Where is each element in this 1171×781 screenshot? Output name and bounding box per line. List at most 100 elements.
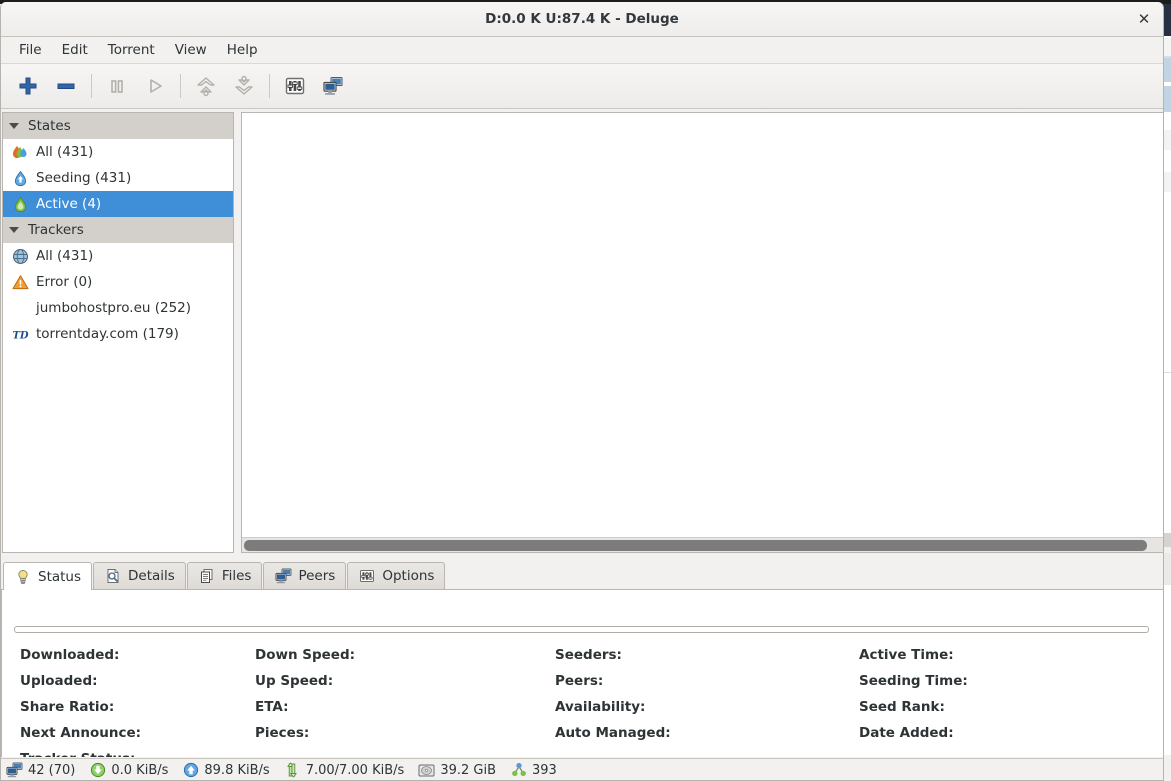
horizontal-scrollbar[interactable] bbox=[242, 537, 1163, 552]
status-field-seeders: Seeders: bbox=[555, 647, 622, 663]
download-speed-status[interactable]: 0.0 KiB/s bbox=[89, 762, 168, 779]
queue-up-button[interactable] bbox=[189, 69, 223, 103]
dht-nodes-status[interactable]: 393 bbox=[510, 762, 557, 779]
status-field-eta: ETA: bbox=[255, 699, 289, 715]
scrollbar-thumb[interactable] bbox=[244, 540, 1147, 551]
arrow-up-icon bbox=[197, 77, 215, 97]
sidebar-item-label: jumbohostpro.eu (252) bbox=[36, 300, 192, 316]
status-field-down-speed: Down Speed: bbox=[255, 647, 356, 663]
disk-icon bbox=[418, 762, 435, 779]
play-icon bbox=[150, 79, 162, 93]
tab-options[interactable]: Options bbox=[347, 562, 446, 589]
statusbar: 42 (70) 0.0 KiB/s 89.8 KiB/s 7.00/7.00 K… bbox=[1, 758, 1163, 780]
pause-button[interactable] bbox=[100, 69, 134, 103]
bottom-pane: Status Details Files Peers Options Downl… bbox=[1, 560, 1163, 758]
close-icon[interactable]: ✕ bbox=[1133, 9, 1155, 29]
dht-nodes-label: 393 bbox=[532, 762, 557, 778]
toolbar-separator bbox=[269, 74, 270, 98]
td-favicon-icon: TD bbox=[11, 325, 29, 343]
protocol-traffic-status[interactable]: 7.00/7.00 KiB/s bbox=[284, 762, 405, 779]
vertical-splitter[interactable] bbox=[234, 112, 241, 553]
tab-label: Status bbox=[38, 568, 82, 585]
status-field-uploaded: Uploaded: bbox=[20, 673, 98, 689]
sidebar: States All (431) Seeding (431) Active (4… bbox=[2, 112, 234, 553]
upload-arrow-icon bbox=[182, 762, 199, 779]
remove-torrent-button[interactable] bbox=[49, 69, 83, 103]
torrent-list-body[interactable] bbox=[242, 113, 1163, 537]
sidebar-group-label: Trackers bbox=[28, 222, 84, 238]
download-arrow-icon bbox=[89, 762, 106, 779]
connection-manager-button[interactable] bbox=[316, 69, 350, 103]
sidebar-item-torrentday[interactable]: TD torrentday.com (179) bbox=[3, 321, 233, 347]
protocol-traffic-label: 7.00/7.00 KiB/s bbox=[305, 762, 405, 778]
status-field-up-speed: Up Speed: bbox=[255, 673, 334, 689]
dht-icon bbox=[510, 762, 527, 779]
sidebar-item-jumbohostpro[interactable]: jumbohostpro.eu (252) bbox=[3, 295, 233, 321]
connections-status[interactable]: 42 (70) bbox=[6, 762, 75, 779]
status-field-availability: Availability: bbox=[555, 699, 646, 715]
resume-button[interactable] bbox=[138, 69, 172, 103]
upload-speed-label: 89.8 KiB/s bbox=[204, 762, 270, 778]
menu-edit[interactable]: Edit bbox=[52, 39, 98, 61]
torrent-progress-bar bbox=[14, 626, 1149, 633]
tab-details[interactable]: Details bbox=[93, 562, 186, 589]
sidebar-item-label: All (431) bbox=[36, 144, 94, 160]
progress-bar-wrap bbox=[14, 626, 1149, 633]
toolbar bbox=[1, 64, 1163, 109]
menu-file[interactable]: File bbox=[9, 39, 52, 61]
window-title: D:0.0 K U:87.4 K - Deluge bbox=[485, 11, 679, 27]
free-space-label: 39.2 GiB bbox=[440, 762, 496, 778]
connections-label: 42 (70) bbox=[28, 762, 76, 778]
sidebar-item-trackers-all[interactable]: All (431) bbox=[3, 243, 233, 269]
preferences-button[interactable] bbox=[278, 69, 312, 103]
toolbar-separator bbox=[91, 74, 92, 98]
preferences-icon bbox=[285, 77, 305, 95]
tab-files[interactable]: Files bbox=[186, 562, 263, 589]
details-icon bbox=[104, 567, 122, 585]
body-split-pane: States All (431) Seeding (431) Active (4… bbox=[1, 110, 1163, 553]
sidebar-item-states-all[interactable]: All (431) bbox=[3, 139, 233, 165]
status-field-peers: Peers: bbox=[555, 673, 604, 689]
sidebar-item-label: Active (4) bbox=[36, 196, 102, 212]
connection-manager-icon bbox=[323, 77, 343, 95]
menu-torrent[interactable]: Torrent bbox=[98, 39, 165, 61]
status-field-date-added: Date Added: bbox=[859, 725, 954, 741]
deluge-all-icon bbox=[11, 143, 29, 161]
add-torrent-button[interactable] bbox=[11, 69, 45, 103]
files-icon bbox=[198, 567, 216, 585]
sidebar-item-label: All (431) bbox=[36, 248, 94, 264]
status-field-tracker-status: Tracker Status: bbox=[20, 746, 141, 757]
status-field-seeding-time: Seeding Time: bbox=[859, 673, 968, 689]
svg-text:TD: TD bbox=[12, 330, 28, 341]
active-icon bbox=[11, 195, 29, 213]
options-icon bbox=[358, 567, 376, 585]
status-column-1: Downloaded: Uploaded: Share Ratio: Next … bbox=[20, 642, 141, 757]
peers-icon bbox=[274, 567, 292, 585]
sidebar-item-active[interactable]: Active (4) bbox=[3, 191, 233, 217]
status-tab-panel: Downloaded: Uploaded: Share Ratio: Next … bbox=[1, 590, 1163, 757]
status-field-seed-rank: Seed Rank: bbox=[859, 699, 945, 715]
status-field-active-time: Active Time: bbox=[859, 647, 954, 663]
free-space-status[interactable]: 39.2 GiB bbox=[418, 762, 496, 779]
tabstrip: Status Details Files Peers Options bbox=[1, 560, 1163, 590]
chevron-down-icon bbox=[9, 123, 19, 129]
tab-status[interactable]: Status bbox=[3, 562, 93, 590]
status-field-pieces: Pieces: bbox=[255, 725, 310, 741]
sidebar-group-states[interactable]: States bbox=[3, 113, 233, 139]
sidebar-item-seeding[interactable]: Seeding (431) bbox=[3, 165, 233, 191]
arrow-down-icon bbox=[235, 75, 253, 95]
sidebar-item-error[interactable]: Error (0) bbox=[3, 269, 233, 295]
updown-arrow-icon bbox=[284, 762, 301, 779]
deluge-main-window: D:0.0 K U:87.4 K - Deluge ✕ File Edit To… bbox=[0, 2, 1164, 781]
torrent-list[interactable] bbox=[241, 112, 1163, 553]
horizontal-splitter[interactable] bbox=[1, 553, 1163, 560]
tab-label: Peers bbox=[298, 568, 336, 584]
menu-help[interactable]: Help bbox=[217, 39, 268, 61]
tab-peers[interactable]: Peers bbox=[263, 562, 347, 589]
blank-icon bbox=[11, 299, 29, 317]
upload-speed-status[interactable]: 89.8 KiB/s bbox=[182, 762, 270, 779]
menu-view[interactable]: View bbox=[165, 39, 217, 61]
sidebar-group-trackers[interactable]: Trackers bbox=[3, 217, 233, 243]
queue-down-button[interactable] bbox=[227, 69, 261, 103]
status-column-3: Seeders: Peers: Availability: Auto Manag… bbox=[555, 642, 671, 746]
